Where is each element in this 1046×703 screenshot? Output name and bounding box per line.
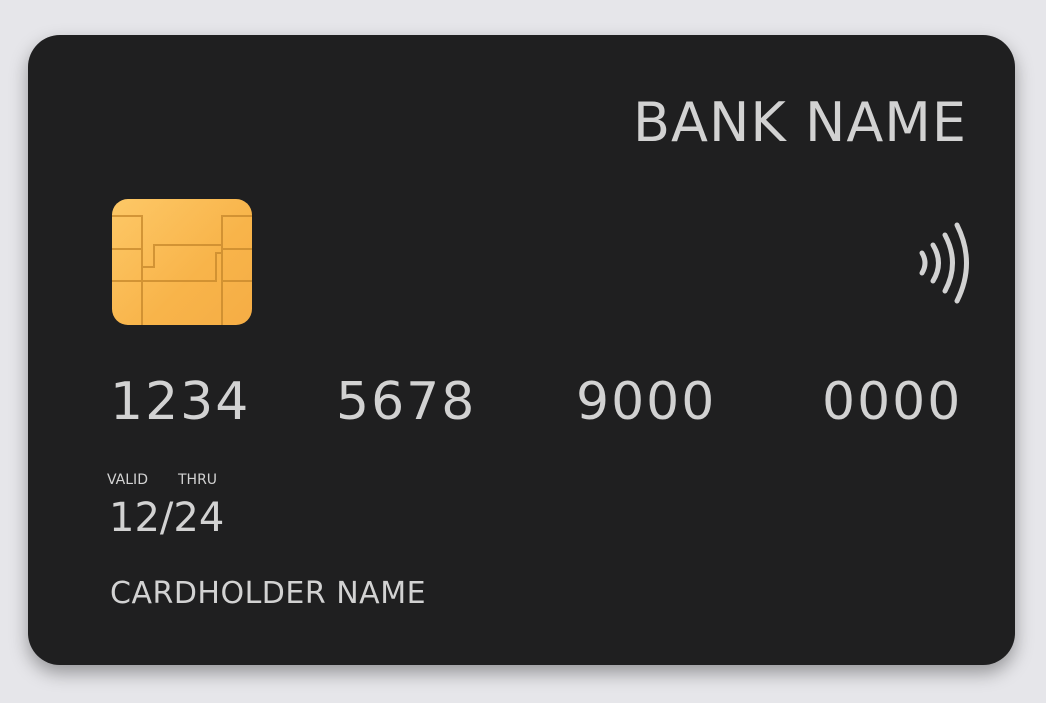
- expiry-date: 12/24: [109, 495, 225, 541]
- card-number-group: 5678: [336, 372, 477, 432]
- credit-card: BANK NAME 1234 5678 9000 0000 VALID THRU: [28, 35, 1015, 665]
- card-number-group: 9000: [576, 372, 717, 432]
- card-number-group: 1234: [110, 372, 251, 432]
- bank-name: BANK NAME: [632, 91, 967, 154]
- chip-icon: [112, 199, 252, 325]
- card-number-group: 0000: [822, 372, 963, 432]
- cardholder-name: CARDHOLDER NAME: [110, 576, 427, 611]
- contactless-icon: [919, 222, 969, 304]
- valid-label: VALID: [107, 472, 148, 488]
- thru-label: THRU: [178, 472, 218, 488]
